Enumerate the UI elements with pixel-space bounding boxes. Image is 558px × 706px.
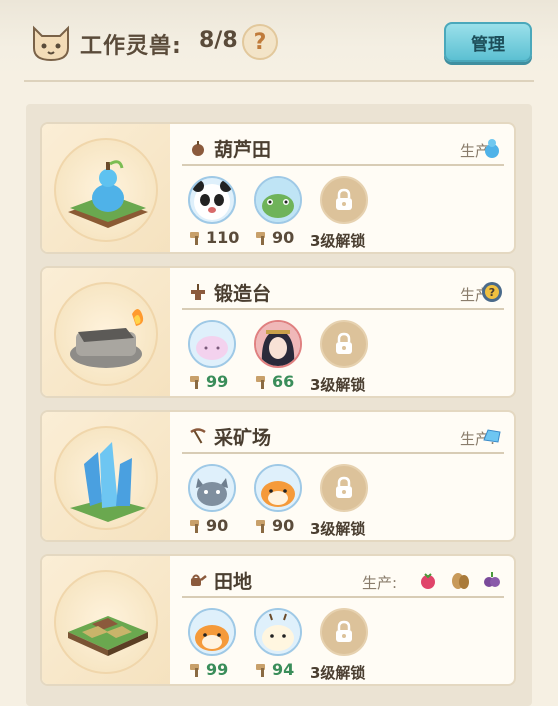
- beast-count: 8/8: [199, 28, 238, 53]
- panda-avatar: [188, 176, 236, 224]
- locked-slot: [320, 608, 370, 658]
- lock-icon: [320, 176, 368, 224]
- unlock-requirement: 3级解锁: [310, 520, 366, 538]
- cat-face-icon: [30, 22, 72, 62]
- hammer-icon: [188, 374, 206, 390]
- unlock-requirement: 3级解锁: [310, 664, 366, 682]
- beast-slot[interactable]: [188, 320, 238, 370]
- beast-slot[interactable]: [254, 320, 304, 370]
- beast-slot[interactable]: [188, 608, 238, 658]
- locked-slot: [320, 464, 370, 514]
- card-divider: [182, 308, 504, 310]
- hammer-icon: [254, 518, 272, 534]
- building-image-area: [42, 124, 170, 252]
- hammer-icon: [254, 662, 272, 678]
- building-card-farmland[interactable]: 田地 生产: 99 94 3级解锁: [40, 554, 516, 686]
- mine-building-icon: [54, 426, 158, 530]
- beast-slot[interactable]: [188, 176, 238, 226]
- help-button[interactable]: ?: [242, 24, 278, 60]
- unlock-requirement: 3级解锁: [310, 376, 366, 394]
- card-divider: [182, 596, 504, 598]
- building-card-mine[interactable]: 采矿场 生产: 90 90 3级解锁: [40, 410, 516, 542]
- forge-building-icon: [54, 282, 158, 386]
- orange-hamster-avatar: [254, 464, 302, 512]
- raspberry-icon: [416, 568, 440, 592]
- beast-slot[interactable]: [188, 464, 238, 514]
- card-divider: [182, 452, 504, 454]
- dark-hair-girl-avatar: [254, 320, 302, 368]
- lock-icon: [320, 464, 368, 512]
- header: 工作灵兽: 8/8 ? 管理: [0, 0, 558, 84]
- building-name: 采矿场: [214, 427, 272, 449]
- green-frog-avatar: [254, 176, 302, 224]
- hammer-icon: [188, 230, 206, 246]
- manage-button[interactable]: 管理: [444, 22, 532, 62]
- beast-slot[interactable]: [254, 176, 304, 226]
- header-divider: [24, 80, 534, 82]
- building-image-area: [42, 412, 170, 540]
- herb-icon: [512, 568, 514, 592]
- locked-slot: [320, 320, 370, 370]
- mystery-icon: ?: [480, 280, 504, 304]
- gourd-icon: [188, 138, 208, 158]
- building-name: 锻造台: [214, 283, 272, 305]
- lock-icon: [320, 608, 368, 656]
- beast-slot[interactable]: [254, 464, 304, 514]
- beast-slot[interactable]: [254, 608, 304, 658]
- page-title: 工作灵兽:: [80, 34, 182, 59]
- building-image-area: [42, 556, 170, 684]
- gourd-field-building-icon: [54, 138, 158, 242]
- grape-icon: [480, 568, 504, 592]
- hammer-icon: [188, 662, 206, 678]
- anvil-icon: [188, 282, 208, 302]
- bee-bun-avatar: [254, 608, 302, 656]
- unlock-requirement: 3级解锁: [310, 232, 366, 250]
- pink-slime-avatar: [188, 320, 236, 368]
- lock-icon: [320, 320, 368, 368]
- blue-crystal-icon: [480, 424, 504, 448]
- building-name: 田地: [214, 571, 253, 593]
- orange-hamster-avatar: [188, 608, 236, 656]
- production-label: 生产:: [362, 574, 398, 592]
- watering-can-icon: [188, 570, 208, 590]
- building-card-forge[interactable]: 锻造台 生产: ? 99 66 3级解锁: [40, 266, 516, 398]
- svg-text:?: ?: [489, 286, 495, 299]
- nut-icon: [448, 568, 472, 592]
- farmland-building-icon: [54, 570, 158, 674]
- locked-slot: [320, 176, 370, 226]
- grey-cat-avatar: [188, 464, 236, 512]
- building-card-gourd-field[interactable]: 葫芦田 生产: 110 90 3级解锁: [40, 122, 516, 254]
- blue-gourd-icon: [480, 136, 504, 160]
- hammer-icon: [188, 518, 206, 534]
- pickaxe-icon: [188, 426, 208, 446]
- hammer-icon: [254, 230, 272, 246]
- building-image-area: [42, 268, 170, 396]
- hammer-icon: [254, 374, 272, 390]
- card-divider: [182, 164, 504, 166]
- building-name: 葫芦田: [214, 139, 272, 161]
